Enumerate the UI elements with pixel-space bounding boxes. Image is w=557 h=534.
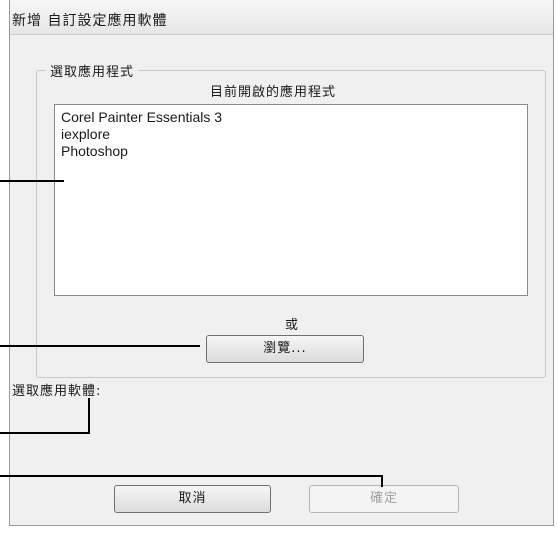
title-bar: 新增 自訂設定應用軟體 bbox=[10, 0, 553, 35]
open-apps-caption: 目前開啟的應用程式 bbox=[210, 85, 337, 100]
or-label: 或 bbox=[285, 318, 299, 333]
list-item[interactable]: Photoshop bbox=[61, 143, 521, 160]
dialog-window: 新增 自訂設定應用軟體 選取應用程式 目前開啟的應用程式 Corel Paint… bbox=[9, 0, 554, 526]
callout-line-selected-h bbox=[0, 432, 90, 434]
list-item[interactable]: Corel Painter Essentials 3 bbox=[61, 109, 521, 126]
selected-app-label: 選取應用軟體: bbox=[12, 384, 102, 399]
group-legend: 選取應用程式 bbox=[46, 61, 139, 80]
callout-line-selected-v bbox=[88, 398, 90, 434]
callout-line-ok-v bbox=[381, 475, 383, 487]
callout-line-ok-h bbox=[0, 475, 383, 477]
dialog-title: 新增 自訂設定應用軟體 bbox=[12, 13, 168, 29]
callout-line-list bbox=[0, 180, 64, 182]
open-apps-listbox[interactable]: Corel Painter Essentials 3 iexplore Phot… bbox=[54, 104, 528, 296]
browse-button[interactable]: 瀏覽... bbox=[206, 335, 364, 363]
ok-button[interactable]: 確定 bbox=[309, 485, 459, 513]
list-item[interactable]: iexplore bbox=[61, 126, 521, 143]
cancel-button[interactable]: 取消 bbox=[114, 485, 271, 513]
callout-line-browse bbox=[0, 345, 200, 347]
